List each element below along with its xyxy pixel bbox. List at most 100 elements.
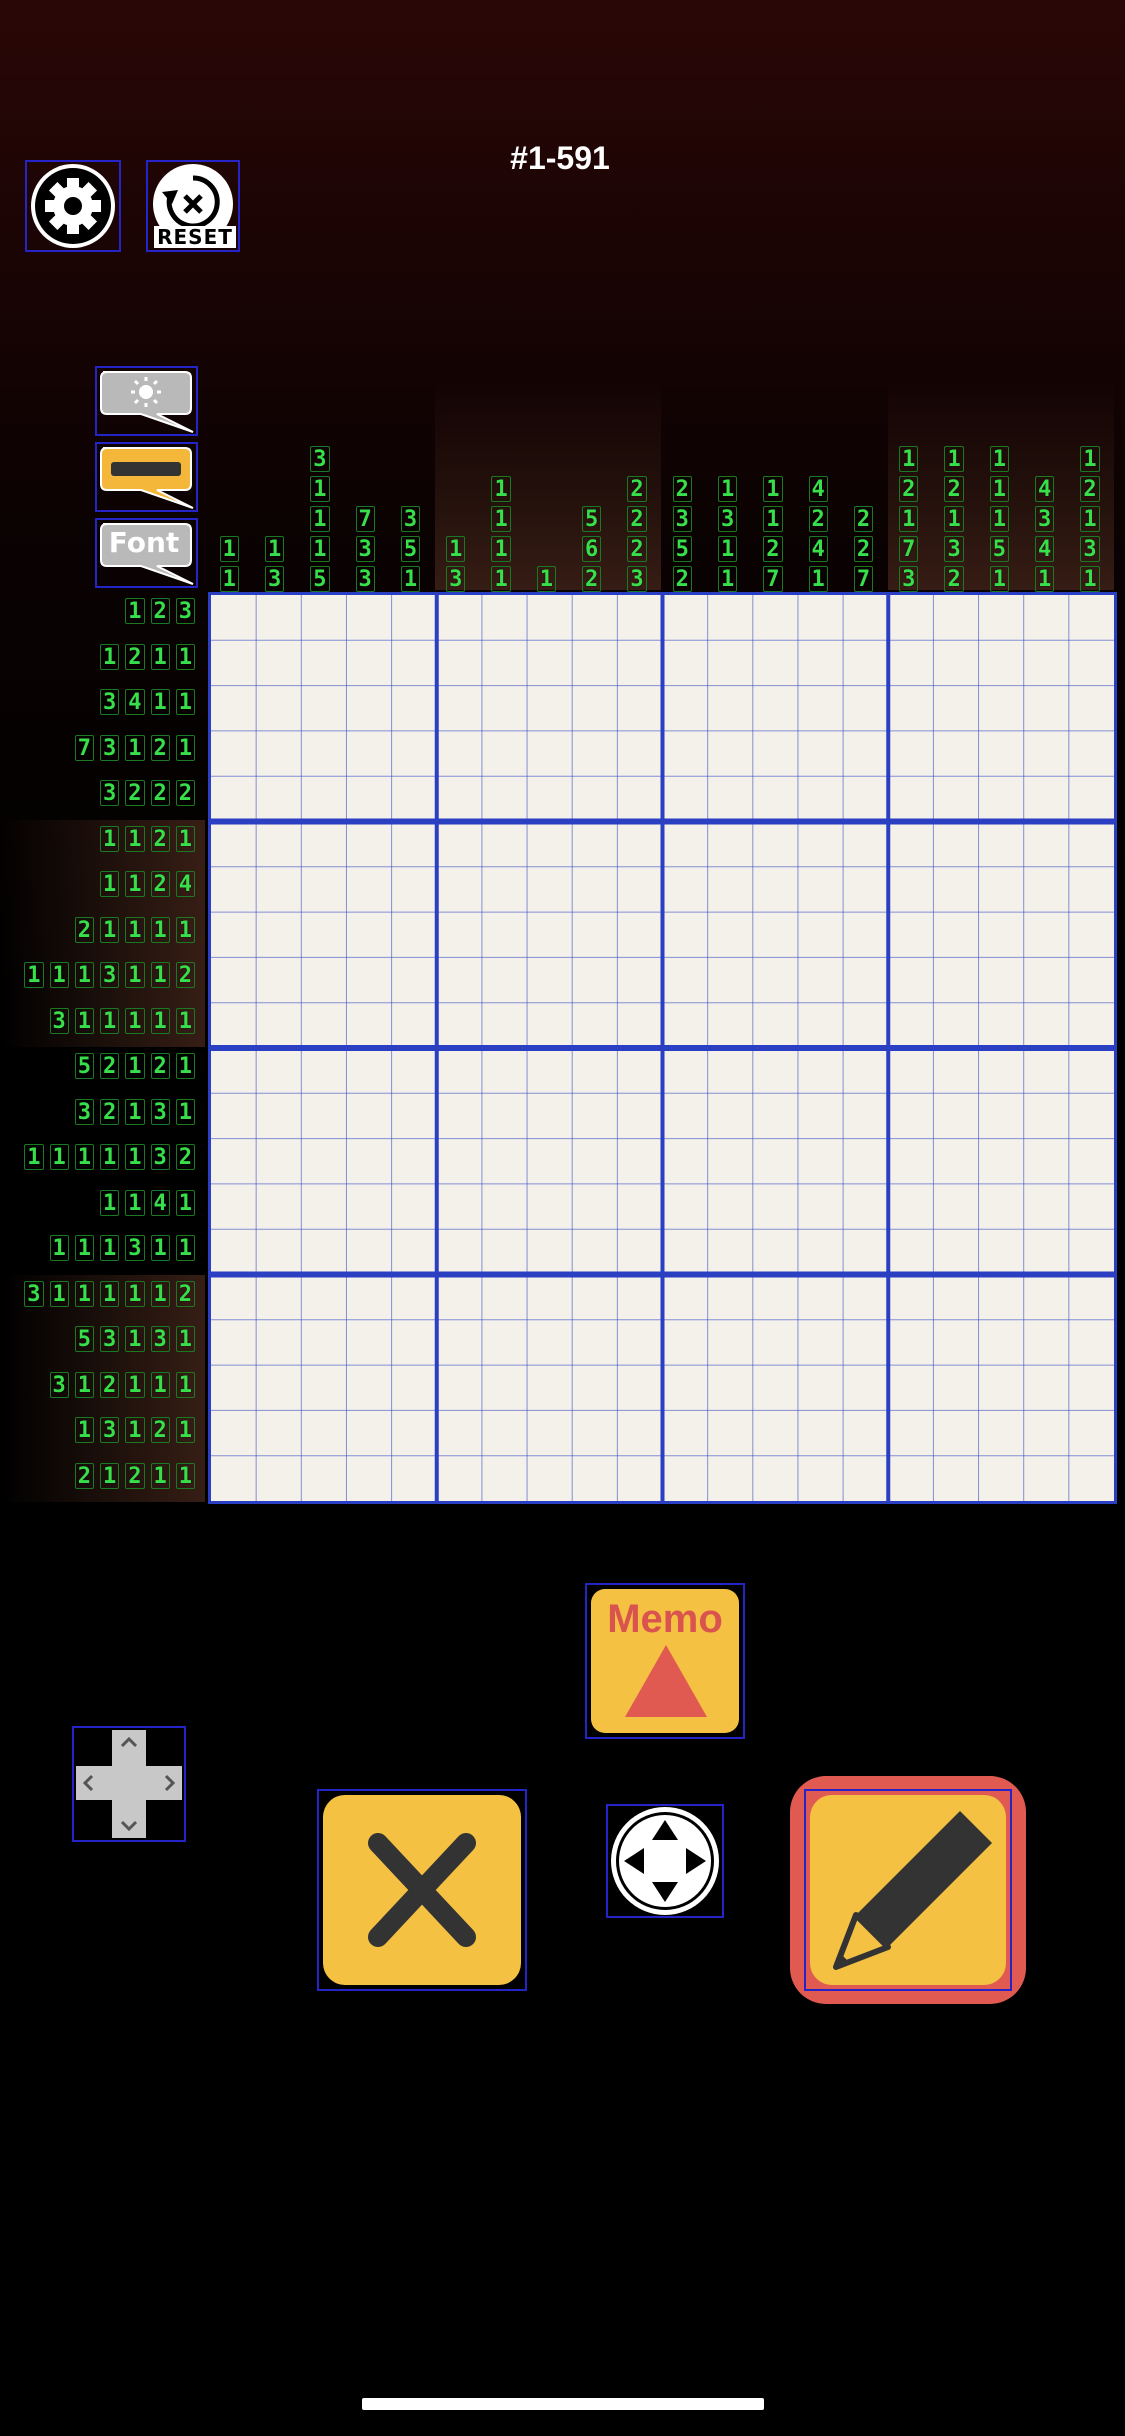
row-clue: 1124 [94, 865, 195, 909]
row-clue-number: 1 [150, 1371, 170, 1398]
row-clue-number: 1 [74, 1417, 94, 1443]
row-clue-number: 1 [175, 1189, 195, 1216]
column-clue-number: 4 [1035, 476, 1055, 502]
column-clue-number: 5 [582, 506, 602, 532]
row-clue-number: 1 [125, 1098, 145, 1125]
row-clue-number: 1 [175, 1235, 195, 1261]
column-clue-number: 3 [1080, 536, 1100, 562]
column-clue-number: 4 [808, 536, 828, 562]
row-clue-number: 1 [125, 598, 145, 624]
puzzle-id: #1-591 [510, 140, 610, 176]
column-clue-number: 3 [446, 566, 466, 592]
row-clue-number: 3 [175, 598, 195, 624]
row-clue: 3111112 [18, 1275, 195, 1319]
row-clue-number: 2 [100, 1053, 120, 1079]
font-label: Font [108, 526, 180, 559]
row-clue-number: 2 [150, 598, 170, 624]
column-clue-number: 1 [536, 566, 556, 592]
row-clue-number: 1 [175, 1326, 195, 1352]
row-clue-number: 1 [125, 962, 145, 988]
row-clue: 123 [119, 592, 195, 636]
row-clue-number: 3 [49, 1371, 69, 1398]
row-clue-number: 2 [150, 780, 170, 806]
column-clue-number: 3 [264, 566, 285, 592]
column-clue-number: 1 [717, 536, 738, 562]
row-clue: 73121 [69, 729, 195, 773]
row-clue-number: 1 [24, 1144, 44, 1170]
column-clue-number: 2 [627, 536, 647, 562]
row-clue-number: 1 [74, 962, 94, 988]
column-clue-number: 1 [989, 446, 1009, 472]
row-clue-number: 1 [125, 1007, 145, 1034]
cross-icon [368, 1833, 476, 1947]
row-clue-number: 1 [100, 1280, 120, 1307]
row-clue: 1121 [94, 820, 195, 864]
row-clue-number: 2 [150, 1053, 170, 1079]
row-clue-number: 1 [150, 1462, 170, 1489]
column-clue-number: 5 [400, 536, 421, 562]
column-clue-number: 1 [1080, 446, 1100, 472]
column-clue-number: 3 [899, 566, 919, 592]
row-clue-number: 3 [74, 1098, 94, 1125]
column-clue-number: 1 [717, 476, 738, 502]
row-clue: 1113112 [18, 956, 195, 1000]
row-clue-number: 1 [125, 1326, 145, 1352]
column-clue-number: 3 [355, 566, 375, 592]
dpad-toggle-button[interactable] [72, 1726, 186, 1842]
column-clue-number: 3 [400, 506, 421, 532]
column-clue-number: 2 [672, 476, 692, 502]
column-clue-number: 2 [944, 476, 964, 502]
column-clue-number: 2 [944, 566, 964, 592]
column-clue-number: 2 [808, 506, 828, 532]
row-clue-number: 3 [100, 734, 120, 761]
puzzle-grid[interactable] [208, 592, 1117, 1504]
font-button[interactable]: Font [95, 518, 198, 588]
row-clue-number: 3 [100, 1326, 120, 1352]
settings-button[interactable] [25, 160, 121, 252]
row-clue-number: 3 [100, 962, 120, 988]
row-clue-number: 1 [150, 916, 170, 943]
row-clue-number: 2 [150, 734, 170, 761]
row-clue-number: 2 [100, 1371, 120, 1398]
row-clue-number: 1 [100, 825, 120, 852]
column-clue-number: 1 [400, 566, 421, 592]
row-clue-number: 1 [175, 643, 195, 670]
dpad-icon [76, 1730, 182, 1838]
row-clue-number: 1 [125, 1371, 145, 1398]
row-clue-number: 1 [100, 1235, 120, 1261]
row-clue-number: 1 [175, 825, 195, 852]
column-clue-number: 1 [944, 506, 964, 532]
pencil-icon [833, 1811, 992, 1970]
row-clue-number: 2 [125, 1462, 145, 1489]
row-clue-number: 1 [49, 962, 69, 988]
row-clue-number: 3 [150, 1326, 170, 1352]
row-clue: 1111132 [18, 1138, 195, 1182]
column-clue-number: 1 [763, 476, 783, 502]
reset-button[interactable]: RESET [146, 160, 240, 252]
row-clue-number: 3 [100, 1417, 120, 1443]
row-clue: 21111 [69, 911, 195, 955]
memo-button[interactable]: Memo [585, 1583, 745, 1739]
brightness-toggle-button[interactable] [95, 366, 198, 436]
row-clue-number: 2 [150, 871, 170, 897]
row-clue-number: 1 [74, 1371, 94, 1398]
pencil-fill-button[interactable] [804, 1789, 1012, 1991]
row-clue-number: 1 [100, 1189, 120, 1216]
row-clue-number: 1 [125, 1280, 145, 1307]
column-clue-number: 1 [219, 536, 239, 562]
home-indicator[interactable] [362, 2398, 764, 2410]
cross-mark-button[interactable] [317, 1789, 527, 1991]
row-clue-number: 7 [74, 734, 94, 761]
highlight-toggle-button[interactable] [95, 442, 198, 512]
column-clue-number: 2 [627, 476, 647, 502]
row-clue-number: 2 [175, 780, 195, 806]
row-clue: 1141 [94, 1184, 195, 1228]
row-clue-number: 3 [100, 689, 120, 715]
row-clue-number: 1 [100, 643, 120, 670]
row-clue-number: 2 [175, 962, 195, 988]
settings-gear-icon [31, 164, 115, 248]
row-clue-number: 5 [74, 1053, 94, 1079]
move-cursor-button[interactable] [606, 1804, 724, 1918]
column-clue-number: 1 [491, 536, 511, 562]
row-clue-number: 1 [49, 1235, 69, 1261]
